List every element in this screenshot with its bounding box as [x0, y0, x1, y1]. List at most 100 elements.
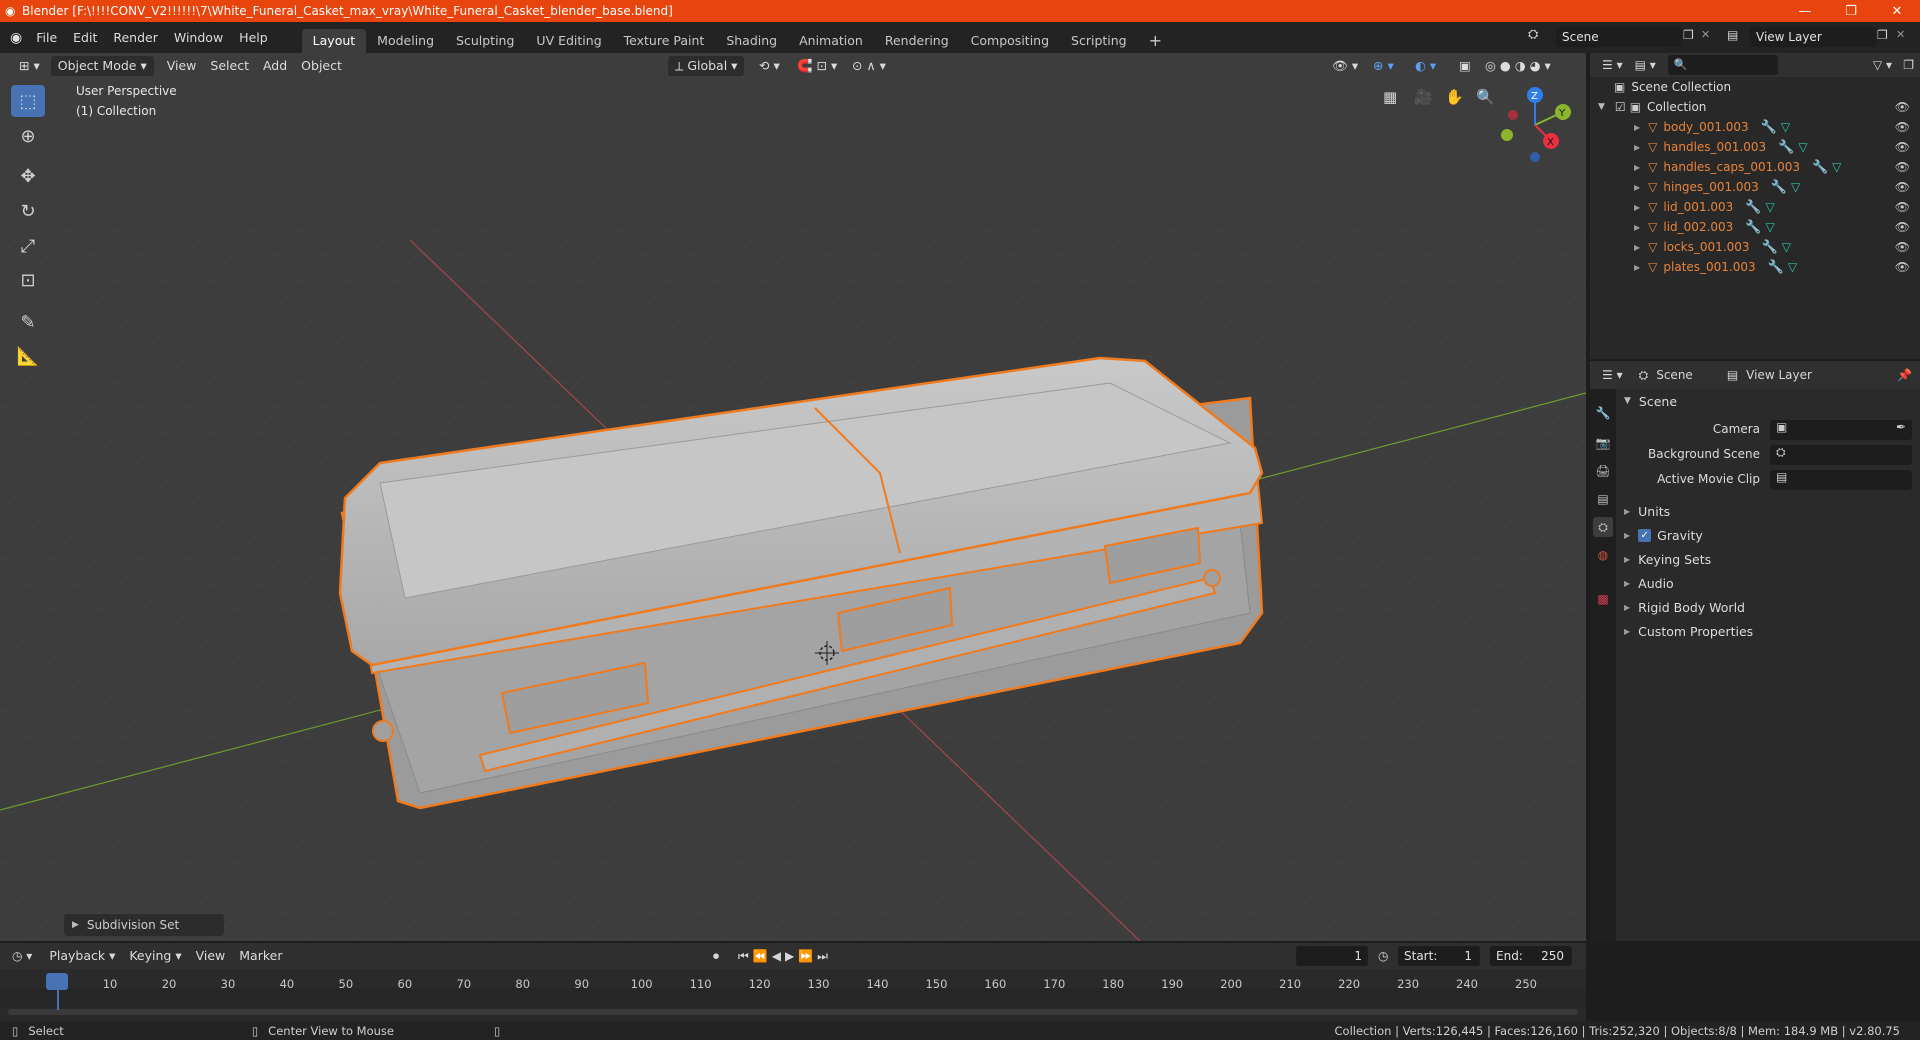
annotate-tool[interactable]: ✎ [11, 306, 45, 338]
keying-sets-section[interactable]: ▶ Keying Sets [1620, 548, 1711, 570]
outliner-item[interactable]: ▶ ▽ locks_001.003 🔧 ▽ 👁 [1590, 237, 1920, 257]
new-scene-icon[interactable]: ❐ [1683, 28, 1694, 42]
audio-section[interactable]: ▶ Audio [1620, 572, 1674, 594]
snap-icon[interactable]: 🧲 ⊡ ▾ [790, 56, 844, 76]
eye-icon[interactable]: 👁 [1895, 220, 1910, 234]
tool-tab-icon[interactable]: 🔧 [1593, 403, 1613, 423]
scene-browse-icon[interactable]: ⛭ [1528, 27, 1538, 42]
expand-arrow-icon[interactable]: ▶ [1634, 123, 1640, 132]
camera-field[interactable]: ▣ ✒ [1770, 420, 1912, 440]
move-tool[interactable]: ✥ [11, 160, 45, 192]
add-workspace-icon[interactable]: + [1138, 29, 1173, 53]
remove-view-layer-icon[interactable]: ✕ [1896, 28, 1905, 41]
menu-edit[interactable]: Edit [65, 27, 105, 49]
outliner-item[interactable]: ▶ ▽ lid_002.003 🔧 ▽ 👁 [1590, 217, 1920, 237]
gravity-checkbox[interactable]: ✓ [1638, 528, 1652, 542]
blender-menu-icon[interactable]: ◉ [10, 30, 22, 46]
menu-file[interactable]: File [28, 27, 65, 49]
background-scene-field[interactable]: ⛭ [1770, 445, 1912, 465]
properties-editor-icon[interactable]: ☰ ▾ [1602, 368, 1623, 382]
output-tab-icon[interactable]: 🖨 [1593, 461, 1613, 481]
playhead[interactable] [46, 973, 68, 990]
pin-icon[interactable]: 📌 [1897, 368, 1912, 382]
outliner-item[interactable]: ▶ ▽ hinges_001.003 🔧 ▽ 👁 [1590, 177, 1920, 197]
outliner-editor-icon[interactable]: ☰ ▾ [1602, 58, 1623, 72]
tab-compositing[interactable]: Compositing [960, 29, 1060, 53]
outliner-item[interactable]: ▶ ▽ lid_001.003 🔧 ▽ 👁 [1590, 197, 1920, 217]
custom-properties-section[interactable]: ▶ Custom Properties [1620, 620, 1753, 642]
viewport-menu-view[interactable]: View [160, 56, 204, 76]
viewport-menu-add[interactable]: Add [256, 56, 294, 76]
pivot-icon[interactable]: ⟲ ▾ [752, 56, 787, 76]
menu-help[interactable]: Help [231, 27, 276, 49]
filter-icon[interactable]: ▽ ▾ [1873, 58, 1892, 72]
outliner-item[interactable]: ▶ ▽ handles_caps_001.003 🔧 ▽ 👁 [1590, 157, 1920, 177]
texture-tab-icon[interactable]: ▩ [1593, 589, 1613, 609]
timeline-editor-icon[interactable]: ◷ ▾ [12, 949, 32, 963]
tab-shading[interactable]: Shading [715, 29, 788, 53]
tab-layout[interactable]: Layout [301, 29, 367, 53]
outliner-scene-collection[interactable]: ▣ Scene Collection [1590, 77, 1920, 97]
playback-controls[interactable]: ⏮⏪◀▶⏩⏭ [738, 949, 832, 964]
eye-icon[interactable]: 👁 [1895, 240, 1910, 254]
viewport-menu-object[interactable]: Object [294, 56, 349, 76]
menu-keying[interactable]: Keying ▾ [122, 946, 188, 966]
expand-arrow-icon[interactable]: ▶ [1634, 263, 1640, 272]
properties-view-layer-label[interactable]: View Layer [1746, 368, 1812, 382]
outliner-search[interactable]: 🔍 [1667, 55, 1778, 75]
scene-selector[interactable]: Scene [1556, 27, 1682, 47]
expand-arrow-icon[interactable]: ▶ [1634, 183, 1640, 192]
expand-arrow-icon[interactable]: ▶ [1634, 163, 1640, 172]
menu-playback[interactable]: Playback ▾ [42, 946, 122, 966]
eyedropper-icon[interactable]: ✒ [1896, 420, 1906, 434]
cursor-tool[interactable]: ⊕ [11, 120, 45, 152]
record-icon[interactable]: ⏺ [713, 949, 719, 964]
eye-icon[interactable]: 👁 [1895, 120, 1910, 134]
eye-icon[interactable]: 👁 [1895, 160, 1910, 174]
transform-tool[interactable]: ⊡ [11, 264, 45, 296]
tab-scripting[interactable]: Scripting [1060, 29, 1138, 53]
restore-icon[interactable]: ❐ [1828, 0, 1874, 22]
camera-view-icon[interactable]: 🎥 [1414, 88, 1433, 106]
timeline-scrollbar[interactable] [8, 1009, 1578, 1015]
scene-panel-header[interactable]: ▼ Scene [1620, 390, 1677, 412]
rigid-body-world-section[interactable]: ▶ Rigid Body World [1620, 596, 1745, 618]
select-box-tool[interactable]: ⬚ [11, 85, 45, 117]
last-operator-panel[interactable]: ▶ Subdivision Set [64, 914, 224, 936]
timeline-track[interactable] [0, 988, 1586, 1008]
new-collection-icon[interactable]: ❐ [1903, 58, 1914, 72]
checkbox-icon[interactable]: ☑ [1615, 100, 1626, 114]
eye-icon[interactable]: 👁 [1895, 140, 1910, 154]
eye-icon[interactable]: 👁 [1895, 260, 1910, 274]
outliner-item[interactable]: ▶ ▽ body_001.003 🔧 ▽ 👁 [1590, 117, 1920, 137]
collapse-arrow-icon[interactable]: ▼ [1598, 102, 1605, 112]
world-tab-icon[interactable]: ◍ [1593, 545, 1613, 565]
start-frame-field[interactable]: Start: 1 [1398, 946, 1480, 966]
measure-tool[interactable]: 📐 [11, 340, 45, 372]
editor-type-icon[interactable]: ⊞ ▾ [12, 56, 47, 76]
zoom-icon[interactable]: 🔍 [1476, 88, 1495, 106]
tab-uv-editing[interactable]: UV Editing [525, 29, 612, 53]
menu-window[interactable]: Window [166, 27, 231, 49]
scene-tab-icon[interactable]: ⛭ [1593, 517, 1613, 537]
render-tab-icon[interactable]: 📷 [1593, 433, 1613, 453]
close-icon[interactable]: ✕ [1874, 0, 1920, 22]
end-frame-field[interactable]: End: 250 [1490, 946, 1572, 966]
tab-animation[interactable]: Animation [788, 29, 874, 53]
navigation-gizmo[interactable]: Z Y X [1495, 85, 1575, 165]
toggle-ortho-icon[interactable]: ▦ [1383, 88, 1397, 106]
view-layer-selector[interactable]: View Layer [1750, 27, 1876, 47]
outliner-collection[interactable]: ▼ ☑ ▣ Collection 👁 [1590, 97, 1920, 117]
visibility-icon[interactable]: 👁 ▾ [1325, 56, 1365, 76]
gravity-section[interactable]: ▶ ✓ Gravity [1620, 524, 1703, 546]
proportional-edit-icon[interactable]: ⊙ ∧ ▾ [845, 56, 893, 76]
eye-icon[interactable]: 👁 [1895, 100, 1910, 114]
properties-scene-label[interactable]: Scene [1656, 368, 1693, 382]
rotate-tool[interactable]: ↻ [11, 195, 45, 227]
pan-hand-icon[interactable]: ✋ [1445, 88, 1464, 106]
viewport-menu-select[interactable]: Select [203, 56, 256, 76]
menu-marker[interactable]: Marker [232, 946, 289, 966]
eye-icon[interactable]: 👁 [1895, 200, 1910, 214]
expand-arrow-icon[interactable]: ▶ [1634, 203, 1640, 212]
xray-icon[interactable]: ▣ [1452, 56, 1478, 76]
